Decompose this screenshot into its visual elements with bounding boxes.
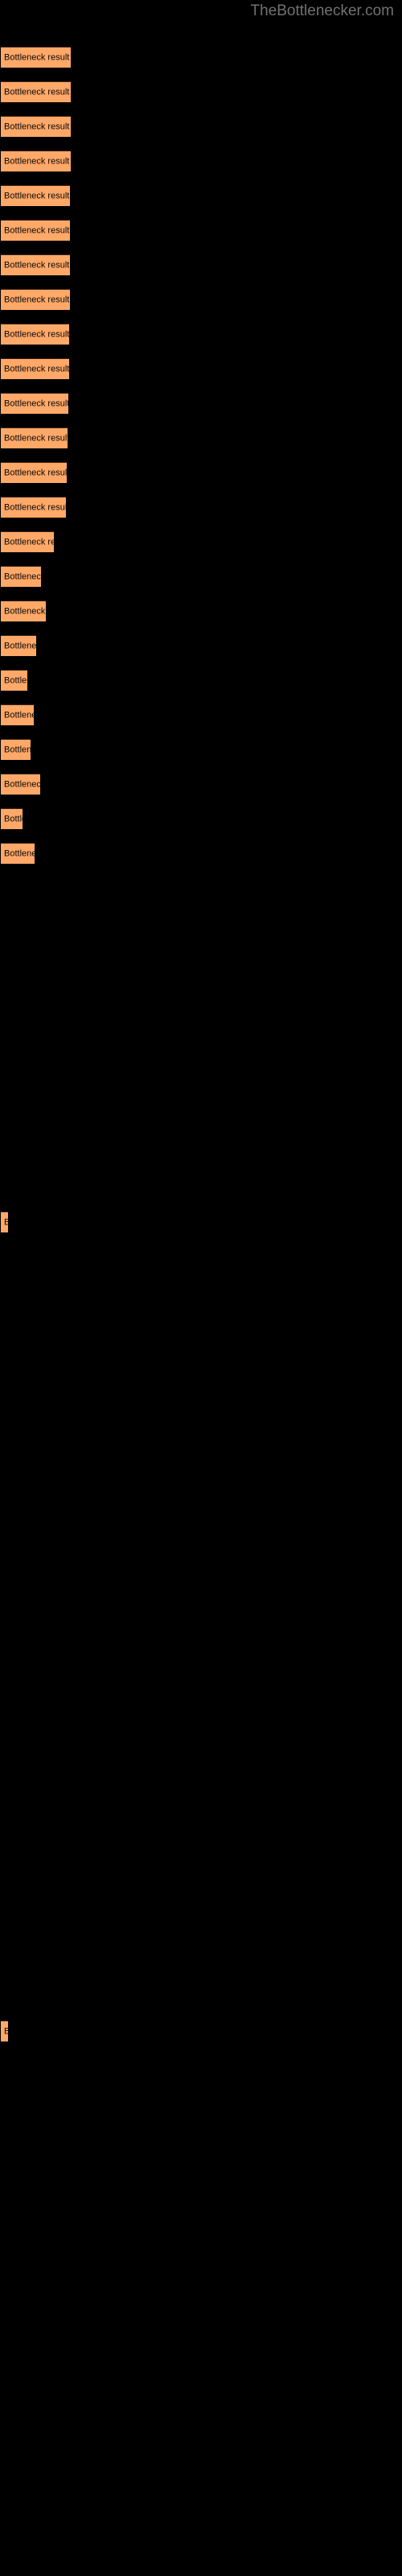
- bar-label: Bottleneck result: [4, 572, 41, 581]
- bar-label: Bottleneck result: [4, 87, 70, 97]
- bottleneck-result-bar[interactable]: Bottleneck result: [1, 81, 71, 102]
- bottleneck-bar-chart: Bottleneck result Bottleneck result Bottle…: [0, 0, 402, 2576]
- bar-label: Bottleneck result: [4, 502, 66, 512]
- bottleneck-result-bar[interactable]: Bottleneck result: [1, 566, 41, 587]
- bottleneck-result-bar[interactable]: Bottleneck result: [1, 358, 69, 379]
- bar-label: Bottleneck result: [4, 468, 67, 477]
- bottleneck-result-bar[interactable]: Bottleneck result: [1, 47, 71, 68]
- bottleneck-result-bar[interactable]: Bottleneck result: [1, 2021, 8, 2041]
- bar-label: Bottleneck result: [4, 260, 70, 270]
- bottleneck-result-bar[interactable]: Bottleneck result: [1, 151, 71, 171]
- bar-label: Bottleneck result: [4, 156, 70, 166]
- bottleneck-result-bar[interactable]: Bottleneck result: [1, 601, 46, 621]
- bottleneck-result-bar[interactable]: Bottleneck result: [1, 116, 71, 137]
- bar-label: Bottleneck result: [4, 779, 40, 789]
- bar-label: Bottleneck result: [4, 295, 70, 304]
- bottleneck-result-bar[interactable]: Bottleneck result: [1, 324, 69, 345]
- bottleneck-result-bar[interactable]: Bottleneck result: [1, 774, 40, 795]
- bar-label: Bottleneck result: [4, 814, 23, 824]
- bar-label: Bottleneck result: [4, 122, 70, 131]
- bottleneck-result-bar[interactable]: Bottleneck result: [1, 739, 31, 760]
- bar-label: Bottleneck result: [4, 745, 31, 754]
- bar-label: Bottleneck result: [4, 606, 46, 616]
- bottleneck-result-bar[interactable]: Bottleneck result: [1, 635, 36, 656]
- bar-label: Bottleneck result: [4, 1217, 8, 1228]
- bar-label: Bottleneck result: [4, 225, 70, 235]
- bar-label: Bottleneck result: [4, 191, 70, 200]
- bar-label: Bottleneck result: [4, 848, 35, 858]
- bar-label: Bottleneck result: [4, 52, 70, 62]
- bar-label: Bottleneck result: [4, 675, 27, 685]
- bottleneck-result-bar[interactable]: Bottleneck result: [1, 185, 70, 206]
- bottleneck-result-bar[interactable]: Bottleneck result: [1, 393, 68, 414]
- bottleneck-result-bar[interactable]: Bottleneck result: [1, 808, 23, 829]
- bar-label: Bottleneck result: [4, 2026, 8, 2037]
- bottleneck-result-bar[interactable]: Bottleneck result: [1, 670, 27, 691]
- bar-label: Bottleneck result: [4, 433, 68, 443]
- bottleneck-result-bar[interactable]: Bottleneck result: [1, 427, 68, 448]
- bottleneck-result-bar[interactable]: Bottleneck result: [1, 531, 54, 552]
- bottleneck-result-bar[interactable]: Bottleneck result: [1, 462, 67, 483]
- bottleneck-result-bar[interactable]: Bottleneck result: [1, 289, 70, 310]
- bar-label: Bottleneck result: [4, 537, 54, 547]
- bar-label: Bottleneck result: [4, 641, 36, 650]
- bottleneck-result-bar[interactable]: Bottleneck result: [1, 843, 35, 864]
- bottleneck-result-bar[interactable]: Bottleneck result: [1, 254, 70, 275]
- bottleneck-result-bar[interactable]: Bottleneck result: [1, 220, 70, 241]
- bottleneck-result-bar[interactable]: Bottleneck result: [1, 1212, 8, 1232]
- bar-label: Bottleneck result: [4, 398, 68, 408]
- bottleneck-result-bar[interactable]: Bottleneck result: [1, 704, 34, 725]
- bar-label: Bottleneck result: [4, 329, 69, 339]
- bar-label: Bottleneck result: [4, 364, 69, 374]
- bottleneck-result-bar[interactable]: Bottleneck result: [1, 497, 66, 518]
- bar-label: Bottleneck result: [4, 710, 34, 720]
